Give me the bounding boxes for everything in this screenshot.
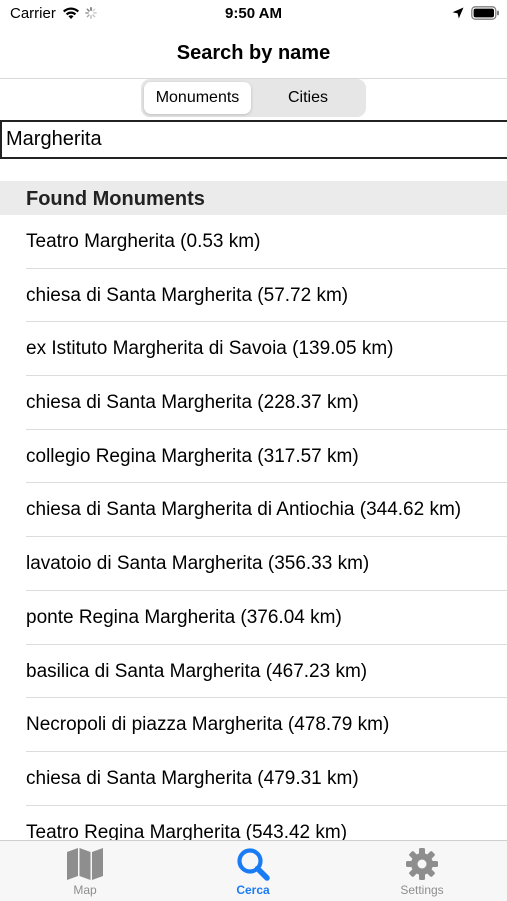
list-item-label: basilica di Santa Margherita (467.23 km) [26, 660, 368, 682]
battery-icon [471, 6, 499, 20]
status-time: 9:50 AM [225, 5, 282, 22]
tab-settings[interactable]: Settings [372, 843, 472, 901]
location-arrow-icon [452, 7, 464, 19]
gear-icon [406, 848, 438, 880]
section-header: Found Monuments [0, 181, 507, 215]
page-title: Search by name [176, 42, 331, 64]
list-item-label: lavatoio di Santa Margherita (356.33 km) [26, 553, 370, 575]
list-item[interactable]: ex Istituto Margherita di Savoia (139.05… [0, 322, 507, 377]
results-list[interactable]: Teatro Margherita (0.53 km) chiesa di Sa… [0, 215, 507, 840]
map-icon [67, 848, 103, 880]
list-item[interactable]: lavatoio di Santa Margherita (356.33 km) [0, 537, 507, 591]
list-item[interactable]: ponte Regina Margherita (376.04 km) [0, 591, 507, 645]
search-icon [237, 848, 270, 881]
tab-map[interactable]: Map [35, 843, 135, 901]
tab-map-label: Map [73, 883, 97, 897]
segment-cities[interactable]: Cities [253, 82, 363, 114]
list-item-label: collegio Regina Margherita (317.57 km) [26, 445, 359, 467]
section-title: Found Monuments [26, 188, 205, 210]
list-item[interactable]: chiesa di Santa Margherita (228.37 km) [0, 376, 507, 430]
list-item-label: Teatro Margherita (0.53 km) [26, 231, 261, 252]
list-item-label: Teatro Regina Margherita (543.42 km) [26, 821, 348, 840]
list-item-label: chiesa di Santa Margherita di Antiochia … [26, 499, 462, 521]
list-item[interactable]: chiesa di Santa Margherita (479.31 km) [0, 752, 507, 806]
list-item[interactable]: chiesa di Santa Margherita di Antiochia … [0, 483, 507, 538]
navigation-bar: Search by name [0, 28, 507, 79]
list-item-label: ponte Regina Margherita (376.04 km) [26, 606, 342, 628]
tab-cerca-label: Cerca [236, 883, 270, 897]
list-item[interactable]: chiesa di Santa Margherita (57.72 km) [0, 269, 507, 323]
search-input[interactable] [0, 120, 507, 159]
tab-cerca[interactable]: Cerca [203, 843, 303, 901]
list-item-label: chiesa di Santa Margherita (57.72 km) [26, 284, 349, 306]
list-item[interactable]: Necropoli di piazza Margherita (478.79 k… [0, 698, 507, 752]
list-item[interactable]: basilica di Santa Margherita (467.23 km) [0, 645, 507, 699]
list-item-label: chiesa di Santa Margherita (228.37 km) [26, 392, 359, 414]
segment-monuments[interactable]: Monuments [144, 82, 251, 114]
list-item-label: ex Istituto Margherita di Savoia (139.05… [26, 338, 394, 360]
search-type-segmented-control: Monuments Cities [141, 79, 366, 117]
list-item[interactable]: Teatro Margherita (0.53 km) [0, 215, 507, 269]
list-item-label: chiesa di Santa Margherita (479.31 km) [26, 767, 359, 789]
list-item[interactable]: Teatro Regina Margherita (543.42 km) [0, 806, 507, 840]
tab-settings-label: Settings [400, 883, 444, 897]
list-item[interactable]: collegio Regina Margherita (317.57 km) [0, 430, 507, 484]
list-item-label: Necropoli di piazza Margherita (478.79 k… [26, 714, 390, 736]
status-bar: Carrier 9:50 AM [0, 0, 507, 28]
tab-bar: Map Cerca Settings [0, 840, 507, 901]
